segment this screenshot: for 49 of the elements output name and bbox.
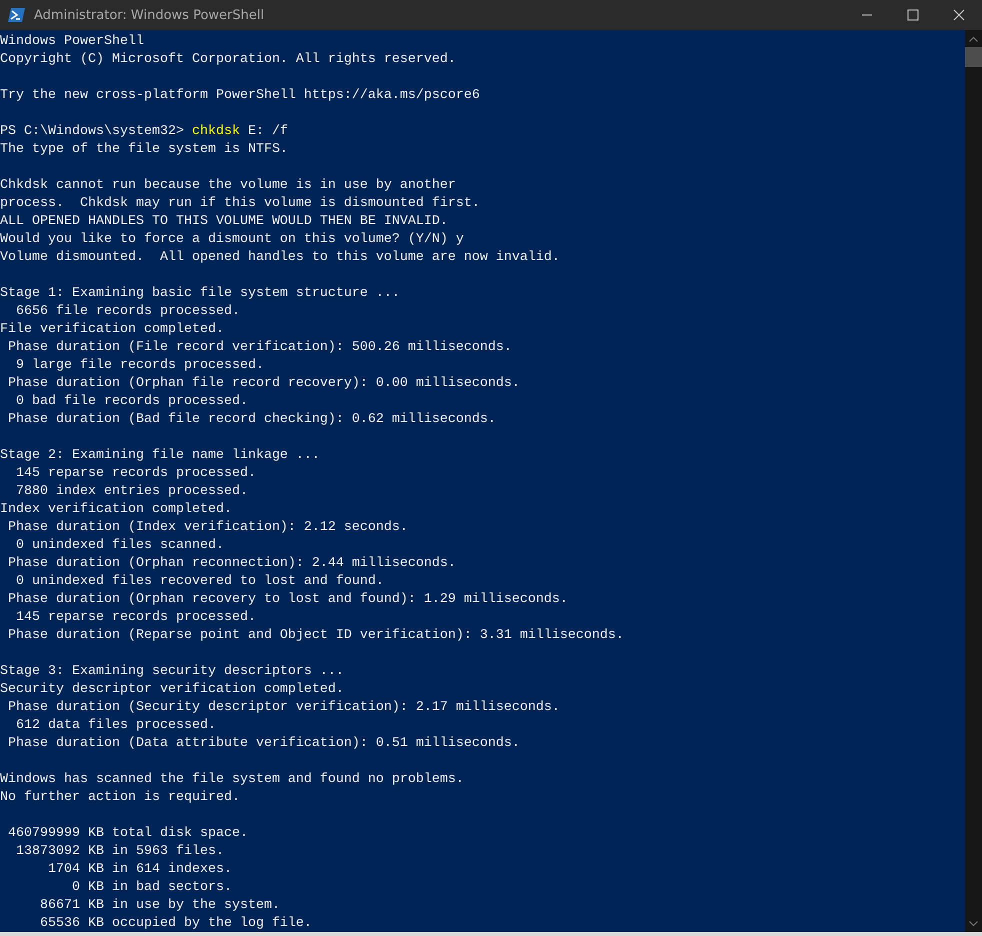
console-line: 145 reparse records processed.	[14, 609, 257, 627]
console-line: The type of the file system is NTFS.	[0, 141, 289, 159]
console-line: Chkdsk cannot run because the volume is in use by another	[0, 177, 457, 195]
console-line: 9 large file records processed.	[14, 357, 265, 375]
console-line: 65536 KB occupied by the log file.	[38, 915, 313, 932]
console-line: Phase duration (Reparse point and Object ID verification): 3.31 milliseconds.	[6, 627, 625, 645]
console-line: Phase duration (Index verification): 2.12 seconds.	[6, 519, 409, 537]
console-line: Windows has scanned the file system and found no problems.	[0, 771, 465, 789]
console-line: Windows PowerShell	[0, 33, 145, 51]
console-line: process. Chkdsk may run if this volume is dismounted first.	[0, 195, 481, 213]
console-line: Copyright (C) Microsoft Corporation. All rights reserved.	[0, 51, 457, 69]
console-line: Volume dismounted. All opened handles to this volume are now invalid.	[0, 249, 561, 267]
console-line: 0 KB in bad sectors.	[70, 879, 233, 897]
console-line: 7880 index entries processed.	[14, 483, 249, 501]
console-line: 145 reparse records processed.	[14, 465, 257, 483]
maximize-icon	[907, 9, 919, 21]
window-title: Administrator: Windows PowerShell	[34, 8, 266, 22]
console-line: ALL OPENED HANDLES TO THIS VOLUME WOULD THEN BE INVALID.	[0, 213, 449, 231]
console-line: No further action is required.	[0, 789, 241, 807]
console-line: Stage 1: Examining basic file system structure ...	[0, 285, 401, 303]
console-line: 0 bad file records processed.	[14, 393, 249, 411]
console-line: Stage 2: Examining file name linkage ...	[0, 447, 321, 465]
console-line: File verification completed.	[0, 321, 225, 339]
scroll-down-icon[interactable]	[969, 920, 978, 926]
console-line: 612 data files processed.	[14, 717, 217, 735]
console-line: 86671 KB in use by the system.	[38, 897, 281, 915]
console-line: Phase duration (Security descriptor verification): 2.17 milliseconds.	[6, 699, 561, 717]
console-line: 13873092 KB in 5963 files.	[14, 843, 225, 861]
console-line: Index verification completed.	[0, 501, 233, 519]
console-line: Phase duration (File record verification): 500.26 milliseconds.	[6, 339, 513, 357]
close-icon	[953, 9, 965, 21]
console-line: Stage 3: Examining security descriptors ...	[0, 663, 345, 681]
console-line: Phase duration (Orphan file record recovery): 0.00 milliseconds.	[6, 375, 521, 393]
console-line: 6656 file records processed.	[14, 303, 241, 321]
console-line: Security descriptor verification completed.	[0, 681, 345, 699]
console-line: 1704 KB in 614 indexes.	[46, 861, 233, 879]
console-line: 0 unindexed files recovered to lost and found.	[14, 573, 385, 591]
console-line: Phase duration (Data attribute verification): 0.51 milliseconds.	[6, 735, 521, 753]
command-line: PS C:\Windows\system32> chkdsk E: /f	[0, 123, 289, 141]
console-line: Try the new cross-platform PowerShell https://aka.ms/pscore6	[0, 87, 481, 105]
console-line: Phase duration (Orphan recovery to lost and found): 1.29 milliseconds.	[6, 591, 569, 609]
console-line: 460799999 KB total disk space.	[6, 825, 249, 843]
scroll-thumb[interactable]	[965, 47, 982, 67]
scroll-up-icon[interactable]	[969, 36, 978, 42]
console-line: Would you like to force a dismount on this volume? (Y/N) y	[0, 231, 465, 249]
console-line: 0 unindexed files scanned.	[14, 537, 225, 555]
console-line: Phase duration (Bad file record checking): 0.62 milliseconds.	[6, 411, 497, 429]
powershell-icon	[8, 6, 26, 24]
console-line: Phase duration (Orphan reconnection): 2.44 milliseconds.	[6, 555, 457, 573]
